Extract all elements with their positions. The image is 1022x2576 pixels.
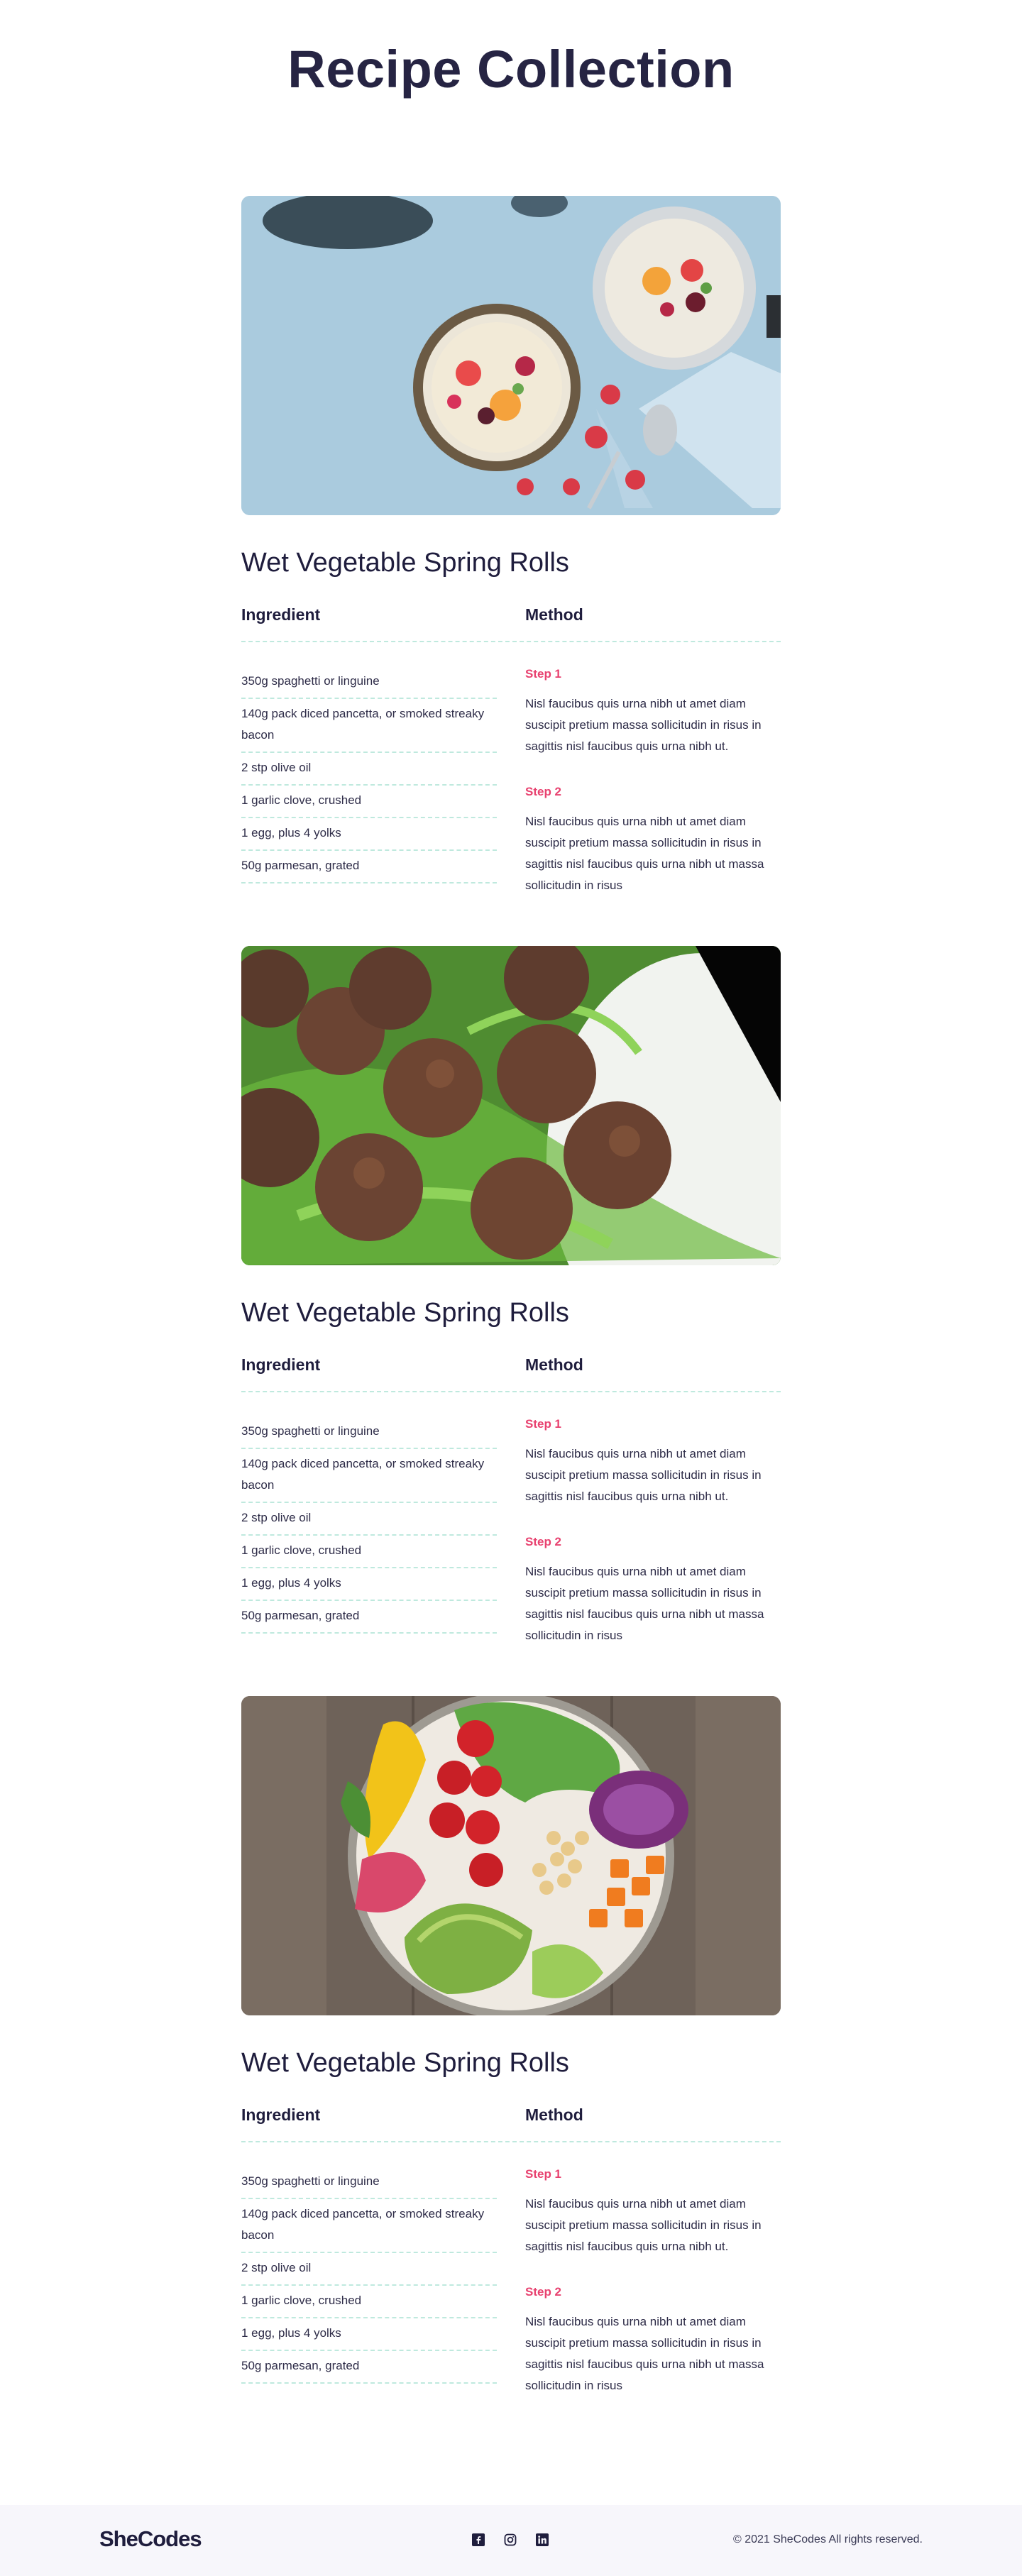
step-text: Nisl faucibus quis urna nibh ut amet dia… <box>525 697 762 753</box>
ingredient-item: 2 stp olive oil <box>241 1503 497 1536</box>
recipe-title: Wet Vegetable Spring Rolls <box>241 548 569 578</box>
method-list: Step 1 Nisl faucibus quis urna nibh ut a… <box>525 666 781 923</box>
ingredient-item: 1 egg, plus 4 yolks <box>241 818 497 851</box>
method-step: Step 2 Nisl faucibus quis urna nibh ut a… <box>525 784 781 896</box>
step-label: Step 1 <box>525 667 562 681</box>
ingredient-column: Ingredient <box>241 2104 497 2125</box>
method-column: Method <box>525 1354 781 1375</box>
ingredient-item: 140g pack diced pancetta, or smoked stre… <box>241 1449 497 1503</box>
facebook-icon[interactable] <box>472 2533 485 2546</box>
step-text: Nisl faucibus quis urna nibh ut amet dia… <box>525 2315 764 2392</box>
social-links <box>472 2533 549 2546</box>
method-step: Step 1 Nisl faucibus quis urna nibh ut a… <box>525 666 781 757</box>
recipe-title: Wet Vegetable Spring Rolls <box>241 2048 569 2078</box>
step-label: Step 2 <box>525 2285 562 2299</box>
copyright-text: © 2021 SheCodes All rights reserved. <box>732 2533 923 2545</box>
meatballs-photo <box>241 946 781 1265</box>
recipe-card: Wet Vegetable Spring Rolls Ingredient Me… <box>241 946 781 1696</box>
ingredient-heading: Ingredient <box>241 1355 321 1374</box>
instagram-icon[interactable] <box>504 2533 517 2546</box>
recipe-card: Wet Vegetable Spring Rolls Ingredient Me… <box>241 196 781 946</box>
ingredient-list: 350g spaghetti or linguine 140g pack dic… <box>241 666 497 923</box>
breakfast-bowls-photo <box>241 196 781 515</box>
ingredient-item: 1 garlic clove, crushed <box>241 1536 497 1568</box>
ingredient-item: 1 egg, plus 4 yolks <box>241 2318 497 2351</box>
ingredient-item: 350g spaghetti or linguine <box>241 1416 497 1449</box>
method-heading: Method <box>525 605 583 624</box>
method-heading: Method <box>525 2106 583 2124</box>
ingredient-item: 2 stp olive oil <box>241 2253 497 2286</box>
method-step: Step 2 Nisl faucibus quis urna nibh ut a… <box>525 1534 781 1646</box>
ingredient-item: 1 garlic clove, crushed <box>241 2286 497 2318</box>
step-text: Nisl faucibus quis urna nibh ut amet dia… <box>525 1447 762 1503</box>
ingredient-item: 50g parmesan, grated <box>241 1601 497 1634</box>
step-label: Step 1 <box>525 2167 562 2181</box>
step-label: Step 2 <box>525 1535 562 1548</box>
page-footer: SheCodes © 2021 SheCodes All rights rese… <box>0 2505 1022 2576</box>
ingredient-item: 1 garlic clove, crushed <box>241 786 497 818</box>
page-title: Recipe Collection <box>287 40 735 99</box>
method-column: Method <box>525 604 781 625</box>
recipe-title: Wet Vegetable Spring Rolls <box>241 1298 569 1328</box>
ingredient-item: 350g spaghetti or linguine <box>241 666 497 699</box>
ingredient-item: 50g parmesan, grated <box>241 2351 497 2384</box>
method-column: Method <box>525 2104 781 2125</box>
recipe-body: 350g spaghetti or linguine 140g pack dic… <box>241 1392 781 1673</box>
step-label: Step 1 <box>525 1417 562 1431</box>
recipe-columns: Ingredient Method <box>241 2104 781 2125</box>
method-step: Step 1 Nisl faucibus quis urna nibh ut a… <box>525 2167 781 2257</box>
step-text: Nisl faucibus quis urna nibh ut amet dia… <box>525 1565 764 1642</box>
method-step: Step 2 Nisl faucibus quis urna nibh ut a… <box>525 2284 781 2396</box>
method-list: Step 1 Nisl faucibus quis urna nibh ut a… <box>525 1416 781 1673</box>
step-text: Nisl faucibus quis urna nibh ut amet dia… <box>525 815 764 892</box>
linkedin-icon[interactable] <box>536 2533 549 2546</box>
step-label: Step 2 <box>525 785 562 798</box>
ingredient-item: 350g spaghetti or linguine <box>241 2167 497 2199</box>
recipe-body: 350g spaghetti or linguine 140g pack dic… <box>241 2142 781 2423</box>
ingredient-item: 140g pack diced pancetta, or smoked stre… <box>241 2199 497 2253</box>
ingredient-item: 140g pack diced pancetta, or smoked stre… <box>241 699 497 753</box>
recipe-columns: Ingredient Method <box>241 1354 781 1375</box>
ingredient-list: 350g spaghetti or linguine 140g pack dic… <box>241 2167 497 2423</box>
method-list: Step 1 Nisl faucibus quis urna nibh ut a… <box>525 2167 781 2423</box>
recipe-body: 350g spaghetti or linguine 140g pack dic… <box>241 642 781 923</box>
method-step: Step 1 Nisl faucibus quis urna nibh ut a… <box>525 1416 781 1507</box>
ingredient-item: 50g parmesan, grated <box>241 851 497 884</box>
ingredient-item: 1 egg, plus 4 yolks <box>241 1568 497 1601</box>
ingredient-column: Ingredient <box>241 1354 497 1375</box>
ingredient-heading: Ingredient <box>241 605 321 624</box>
footer-logo[interactable]: SheCodes <box>99 2526 202 2552</box>
recipe-card: Wet Vegetable Spring Rolls Ingredient Me… <box>241 1696 781 2446</box>
step-text: Nisl faucibus quis urna nibh ut amet dia… <box>525 2197 762 2253</box>
ingredient-item: 2 stp olive oil <box>241 753 497 786</box>
ingredient-list: 350g spaghetti or linguine 140g pack dic… <box>241 1416 497 1673</box>
ingredient-column: Ingredient <box>241 604 497 625</box>
method-heading: Method <box>525 1355 583 1374</box>
recipe-page: Recipe Collection Wet Vegetable Spring R… <box>0 0 1022 2576</box>
ingredient-heading: Ingredient <box>241 2106 321 2124</box>
recipe-columns: Ingredient Method <box>241 604 781 625</box>
salad-bowl-photo <box>241 1696 781 2015</box>
